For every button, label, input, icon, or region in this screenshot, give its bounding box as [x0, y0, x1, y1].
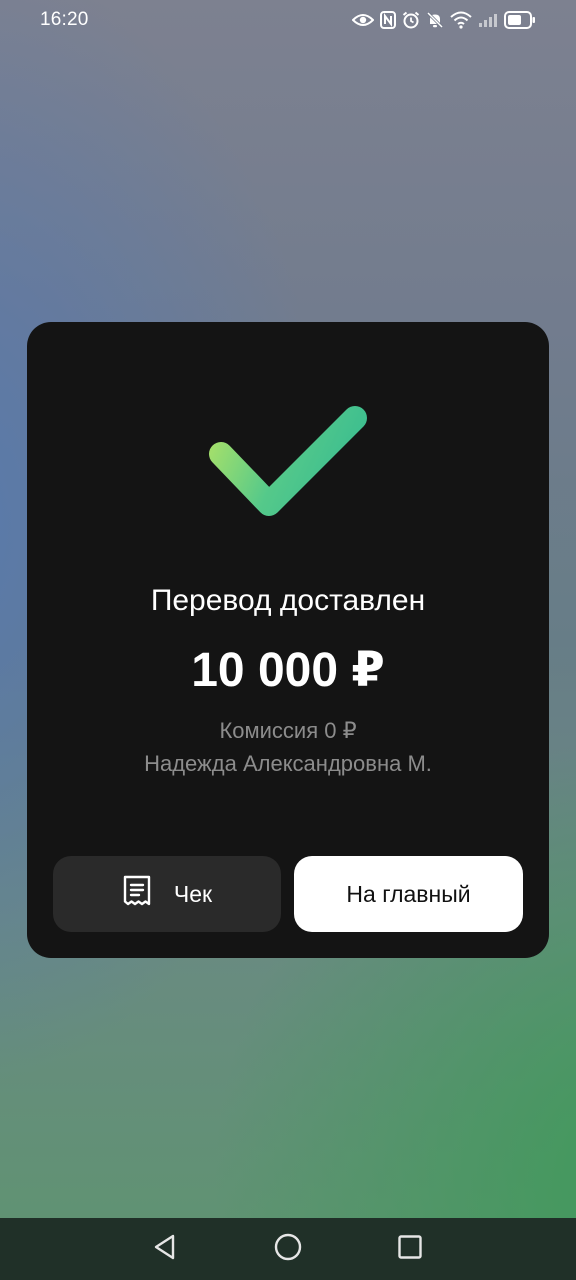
receipt-button[interactable]: Чек: [53, 856, 281, 932]
checkmark-icon: [209, 406, 367, 516]
recipient-name: Надежда Александровна М.: [144, 751, 432, 776]
alarm-icon: [402, 11, 420, 29]
result-title: Перевод доставлен: [150, 584, 426, 617]
mute-icon: [426, 11, 444, 29]
recents-square-icon: [396, 1233, 424, 1266]
home-circle-icon: [273, 1232, 303, 1267]
receipt-button-label: Чек: [173, 880, 213, 907]
navigation-bar: [0, 1218, 576, 1280]
nfc-icon: [380, 11, 396, 29]
status-time: 16:20: [40, 9, 89, 30]
nav-home-button[interactable]: [271, 1232, 305, 1266]
nav-recents-button[interactable]: [393, 1232, 427, 1266]
receipt-icon: [122, 875, 152, 913]
commission-text: Комиссия 0 ₽: [219, 718, 357, 743]
battery-icon: [504, 11, 536, 29]
transfer-result-card: Перевод доставлен 10 000 ₽ Комиссия 0 ₽ …: [27, 322, 549, 958]
eye-icon: [352, 13, 374, 27]
wifi-icon: [450, 11, 472, 29]
nav-back-button[interactable]: [148, 1232, 182, 1266]
status-icons: [352, 9, 536, 31]
back-triangle-icon: [152, 1233, 178, 1266]
signal-icon: [478, 12, 498, 28]
go-home-button[interactable]: На главный: [294, 856, 523, 932]
status-bar: 16:20: [0, 0, 576, 40]
transfer-amount: 10 000 ₽: [191, 644, 385, 697]
go-home-button-label: На главный: [346, 880, 471, 907]
